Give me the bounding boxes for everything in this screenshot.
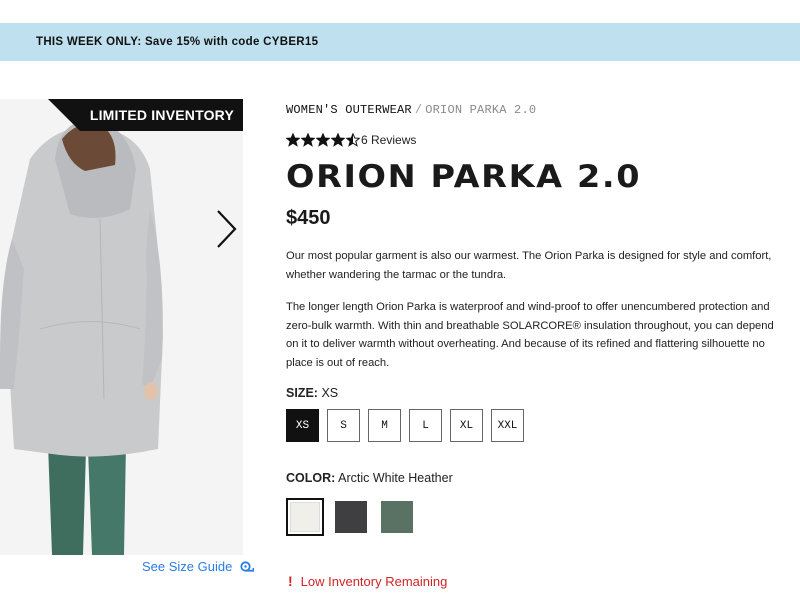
size-option-l[interactable]: L [409,409,442,442]
size-option-xl[interactable]: XL [450,409,483,442]
size-selection-label: SIZE: XS [286,386,776,400]
size-guide-link[interactable]: See Size Guide [142,559,255,574]
color-swatch-green[interactable] [378,498,416,536]
size-option-xs[interactable]: XS [286,409,319,442]
selected-size: XS [321,386,339,400]
star-rating [286,133,360,147]
limited-inventory-badge: LIMITED INVENTORY [48,99,243,131]
next-image-button[interactable] [208,209,242,249]
color-swatches [286,498,776,536]
breadcrumb-parent-link[interactable]: WOMEN'S OUTERWEAR [286,103,412,117]
star-icon [331,133,345,147]
swatch-fill [381,501,413,533]
exclamation-icon: ! [288,573,293,589]
color-swatch-charcoal[interactable] [332,498,370,536]
product-description: Our most popular garment is also our war… [286,247,776,372]
tape-measure-icon [240,560,255,572]
promo-banner: THIS WEEK ONLY: Save 15% with code CYBER… [0,23,800,61]
color-selection-label: COLOR: Arctic White Heather [286,471,776,485]
product-photo [0,99,243,555]
breadcrumb-current: ORION PARKA 2.0 [425,103,537,117]
star-icon [301,133,315,147]
size-options: XS S M L XL XXL [286,409,776,442]
star-icon [346,133,360,147]
selected-color: Arctic White Heather [338,471,453,485]
product-rating[interactable]: 6 Reviews [286,133,776,147]
size-option-s[interactable]: S [327,409,360,442]
size-option-xxl[interactable]: XXL [491,409,524,442]
product-info: WOMEN'S OUTERWEAR / ORION PARKA 2.0 6 Re… [286,103,776,536]
color-swatch-arctic-white-heather[interactable] [286,498,324,536]
product-image-gallery: LIMITED INVENTORY [0,99,243,555]
size-label: SIZE: [286,386,318,400]
product-price: $450 [286,207,331,229]
warning-text: Low Inventory Remaining [300,573,448,589]
chevron-right-icon [217,210,237,248]
size-guide-label: See Size Guide [142,559,233,574]
breadcrumb: WOMEN'S OUTERWEAR / ORION PARKA 2.0 [286,103,776,117]
inventory-warning: ! Low Inventory Remaining [288,573,447,589]
badge-label: LIMITED INVENTORY [89,107,234,123]
promo-text: THIS WEEK ONLY: Save 15% with code CYBER… [36,36,319,48]
star-icon [316,133,330,147]
product-title: ORION PARKA 2.0 [286,159,642,195]
description-paragraph: The longer length Orion Parka is waterpr… [286,301,774,369]
swatch-fill [290,502,320,532]
review-count[interactable]: 6 Reviews [361,133,416,147]
size-option-m[interactable]: M [368,409,401,442]
star-icon [286,133,300,147]
breadcrumb-separator: / [414,103,423,117]
swatch-fill [335,501,367,533]
color-label: COLOR: [286,471,336,485]
description-paragraph: Our most popular garment is also our war… [286,250,772,281]
